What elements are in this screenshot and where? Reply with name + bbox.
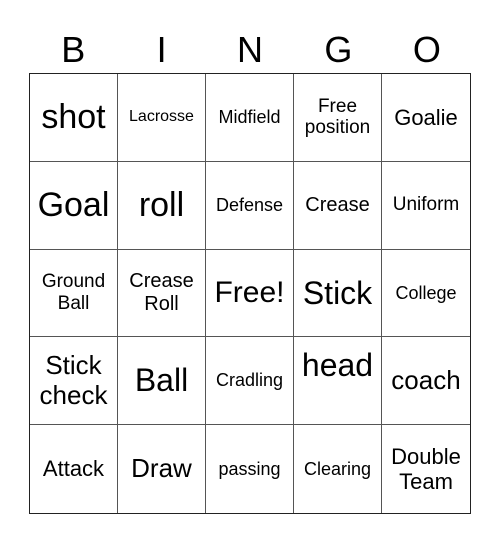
bingo-cell[interactable]: Ground Ball (30, 249, 118, 338)
bingo-card-grid: shot Lacrosse Midfield Free position Goa… (29, 73, 471, 514)
header-letter-i: I (156, 29, 167, 70)
header-letter-b: B (61, 29, 86, 70)
bingo-cell[interactable]: coach (382, 337, 470, 426)
bingo-cell[interactable]: Cradling (206, 337, 294, 426)
bingo-cell[interactable]: Midfield (206, 74, 294, 162)
bingo-cell[interactable]: College (382, 250, 470, 338)
bingo-cell[interactable]: Free position (294, 74, 382, 162)
bingo-cell[interactable]: head (294, 337, 382, 426)
bingo-cell[interactable]: Clearing (294, 425, 382, 513)
bingo-cell[interactable]: shot (30, 74, 118, 162)
bingo-cell[interactable]: Attack (30, 425, 118, 513)
bingo-cell[interactable]: Ball (118, 337, 206, 426)
bingo-cell[interactable]: Lacrosse (118, 74, 206, 162)
bingo-cell[interactable]: Double Team (382, 425, 470, 513)
bingo-cell[interactable]: Stick (294, 249, 382, 338)
header-letter-n: N (237, 29, 264, 70)
bingo-cell[interactable]: Defense (206, 161, 294, 250)
bingo-cell[interactable]: Draw (118, 425, 206, 513)
bingo-header: B I N G O (29, 28, 471, 72)
bingo-cell[interactable]: passing (206, 425, 294, 513)
bingo-cell[interactable]: roll (118, 161, 206, 250)
header-letter-g: G (324, 29, 353, 70)
bingo-cell[interactable]: Goal (30, 161, 118, 250)
header-letter-o: O (412, 29, 441, 70)
bingo-cell[interactable]: Stick check (30, 337, 118, 426)
bingo-cell[interactable]: Goalie (382, 74, 470, 162)
bingo-cell[interactable]: Crease Roll (118, 249, 206, 338)
bingo-cell[interactable]: Crease (294, 161, 382, 250)
bingo-cell[interactable]: Uniform (382, 162, 470, 250)
free-space-cell[interactable]: Free! (206, 249, 294, 338)
